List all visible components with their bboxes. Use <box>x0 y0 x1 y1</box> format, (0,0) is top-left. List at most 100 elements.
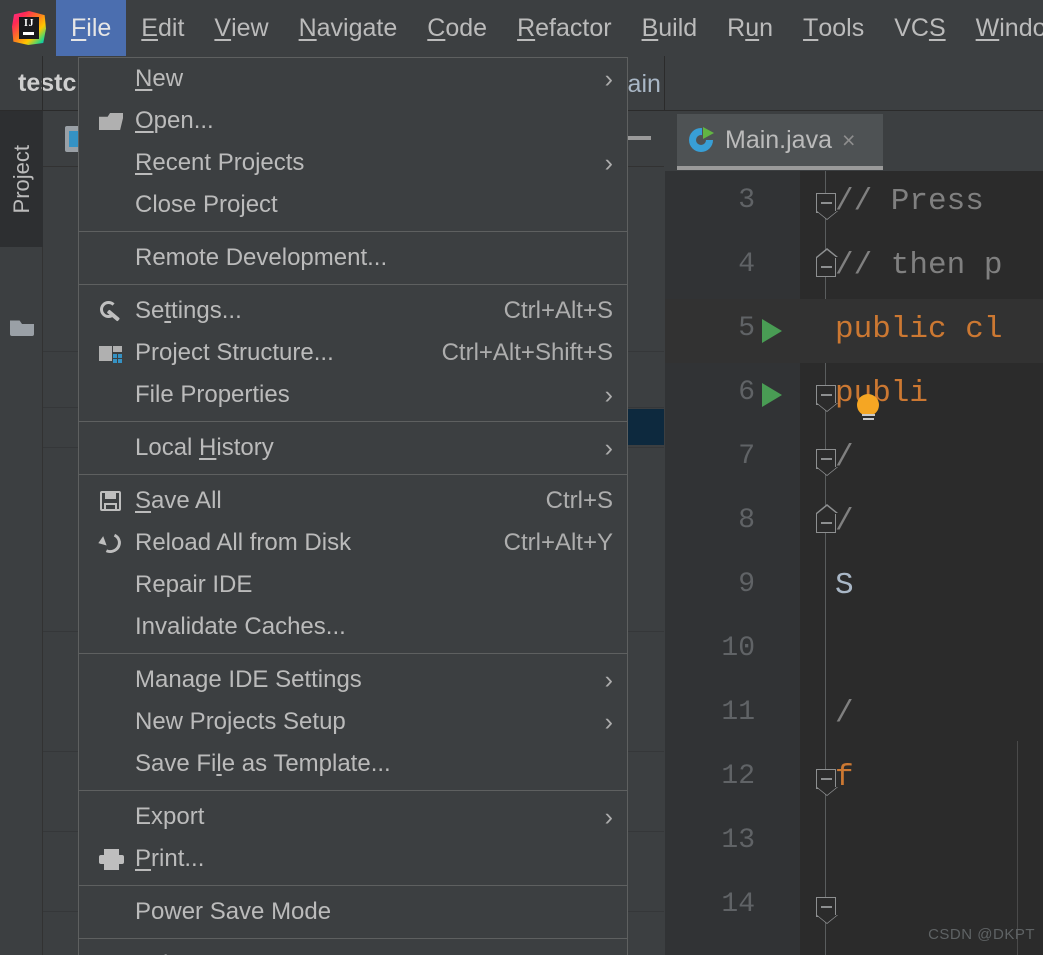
editor-line: 11/ <box>665 683 1043 747</box>
blank-icon <box>95 435 129 461</box>
editor-line: 9S <box>665 555 1043 619</box>
menu-item-print[interactable]: Print... <box>79 838 627 880</box>
menu-item-shortcut: Ctrl+Alt+Shift+S <box>442 339 613 367</box>
chevron-right-icon: › <box>605 67 613 92</box>
menu-item-recent-projects[interactable]: Recent Projects› <box>79 142 627 184</box>
left-tool-stripe: Project <box>0 111 43 955</box>
editor-line: 10 <box>665 619 1043 683</box>
code-fold-down-icon[interactable] <box>816 193 836 213</box>
menu-item-save-file-as-template[interactable]: Save File as Template... <box>79 743 627 785</box>
menu-item-manage-ide-settings[interactable]: Manage IDE Settings› <box>79 659 627 701</box>
save-icon <box>95 488 129 514</box>
menu-item-project-structure[interactable]: Project Structure... Ctrl+Alt+Shift+S <box>79 332 627 374</box>
blank-icon <box>95 614 129 640</box>
menu-item-remote-development[interactable]: Remote Development... <box>79 237 627 279</box>
menu-item-label: Close Project <box>135 191 613 219</box>
close-icon[interactable]: × <box>842 127 855 154</box>
menu-item-power-save-mode[interactable]: Power Save Mode <box>79 891 627 933</box>
menubar-item-file[interactable]: File <box>56 0 126 56</box>
menubar-item-build[interactable]: Build <box>627 0 713 56</box>
menu-item-label: Reload All from Disk <box>135 529 486 557</box>
menu-item-shortcut: Ctrl+S <box>546 487 613 515</box>
blank-icon <box>95 899 129 925</box>
code-fold-down-icon[interactable] <box>816 769 836 789</box>
menubar-item-code[interactable]: Code <box>412 0 502 56</box>
menu-item-invalidate-caches[interactable]: Invalidate Caches... <box>79 606 627 648</box>
code-fold-down-icon[interactable] <box>816 449 836 469</box>
code-text: / <box>835 504 854 539</box>
divider <box>42 56 43 111</box>
menu-item-save-all[interactable]: Save AllCtrl+S <box>79 480 627 522</box>
menu-item-label: Exit <box>135 951 613 955</box>
menubar-item-edit[interactable]: Edit <box>126 0 199 56</box>
printer-icon <box>95 846 129 872</box>
menu-item-close-project[interactable]: Close Project <box>79 184 627 226</box>
java-class-icon <box>687 126 715 154</box>
line-number: 7 <box>665 441 755 472</box>
menu-item-settings[interactable]: Settings...Ctrl+Alt+S <box>79 290 627 332</box>
code-fold-down-icon[interactable] <box>816 385 836 405</box>
code-fold-up-icon[interactable] <box>816 257 836 277</box>
editor-tab-main-java[interactable]: Main.java × <box>677 114 883 170</box>
menu-item-label: File Properties <box>135 381 587 409</box>
menu-separator <box>79 284 627 285</box>
menubar-item-run[interactable]: Run <box>712 0 788 56</box>
menu-item-exit[interactable]: Exit <box>79 944 627 955</box>
menubar-item-refactor[interactable]: Refactor <box>502 0 627 56</box>
project-structure-icon <box>95 340 129 366</box>
menubar-item-view[interactable]: View <box>199 0 283 56</box>
menu-item-repair-ide[interactable]: Repair IDE <box>79 564 627 606</box>
reload-icon <box>95 530 129 556</box>
menu-item-new[interactable]: New› <box>79 58 627 100</box>
menu-item-export[interactable]: Export› <box>79 796 627 838</box>
code-text: / <box>835 440 854 475</box>
intellij-logo-icon: IJ <box>12 11 46 45</box>
line-number: 12 <box>665 761 755 792</box>
line-number: 9 <box>665 569 755 600</box>
code-text: S <box>835 568 854 603</box>
menu-item-label: Recent Projects <box>135 149 587 177</box>
menubar-item-tools[interactable]: Tools <box>788 0 879 56</box>
menu-item-label: Local History <box>135 434 587 462</box>
code-fold-up-icon[interactable] <box>816 513 836 533</box>
menubar-item-navigate[interactable]: Navigate <box>284 0 413 56</box>
editor-area: Main.java × 3// Press4// then p5public c… <box>665 111 1043 955</box>
menu-item-label: Export <box>135 803 587 831</box>
sidebar-item-project[interactable]: Project <box>0 111 43 247</box>
tool-window-label: Project <box>9 145 35 213</box>
collapse-icon[interactable] <box>627 136 651 140</box>
menu-item-file-properties[interactable]: File Properties› <box>79 374 627 416</box>
menu-item-open[interactable]: Open... <box>79 100 627 142</box>
folder-icon[interactable] <box>10 318 34 336</box>
menu-separator <box>79 474 627 475</box>
menu-item-shortcut: Ctrl+Alt+S <box>504 297 613 325</box>
run-gutter-icon[interactable] <box>762 319 782 343</box>
code-fold-down-icon[interactable] <box>816 897 836 917</box>
blank-icon <box>95 804 129 830</box>
watermark: CSDN @DKPT <box>928 926 1035 943</box>
menu-item-reload-all-from-disk[interactable]: Reload All from DiskCtrl+Alt+Y <box>79 522 627 564</box>
menu-item-label: Invalidate Caches... <box>135 613 613 641</box>
menubar-item-vcs[interactable]: VCS <box>879 0 960 56</box>
menubar-item-window[interactable]: Window <box>961 0 1043 56</box>
code-text: f <box>835 760 854 795</box>
menu-item-label: Open... <box>135 107 613 135</box>
menu-item-new-projects-setup[interactable]: New Projects Setup› <box>79 701 627 743</box>
blank-icon <box>95 709 129 735</box>
code-text: // Press <box>835 184 984 219</box>
line-number: 4 <box>665 249 755 280</box>
line-number: 5 <box>665 313 755 344</box>
intention-bulb-icon[interactable] <box>857 394 881 418</box>
editor-line: 7/ <box>665 427 1043 491</box>
menu-item-label: Project Structure... <box>135 339 424 367</box>
blank-icon <box>95 192 129 218</box>
menu-separator <box>79 421 627 422</box>
menu-item-local-history[interactable]: Local History› <box>79 427 627 469</box>
menu-item-label: Remote Development... <box>135 244 613 272</box>
divider <box>664 56 665 111</box>
run-gutter-icon[interactable] <box>762 383 782 407</box>
code-text: publi <box>835 376 928 411</box>
menu-separator <box>79 938 627 939</box>
editor-line: 12 f <box>665 747 1043 811</box>
project-title: testc <box>18 69 76 98</box>
